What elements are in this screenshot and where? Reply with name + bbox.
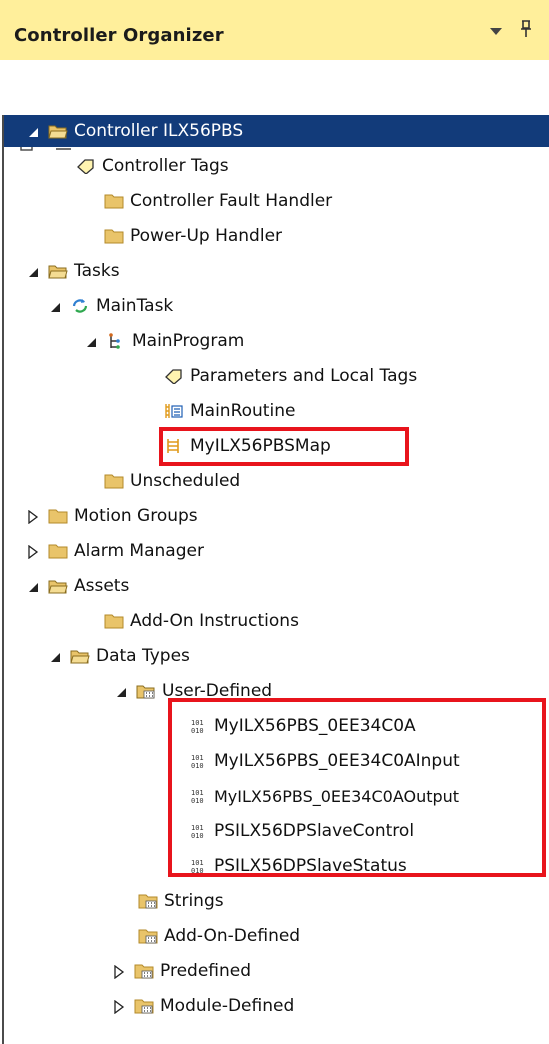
tree-item-label: MainTask (96, 296, 174, 316)
tree-item-add-on-instructions[interactable]: Add-On Instructions (104, 605, 299, 637)
panel-header: Controller Organizer (0, 0, 549, 60)
tree-item-motion-groups[interactable]: Motion Groups (26, 500, 198, 532)
tree-item-label: Assets (74, 576, 130, 596)
tree-item-label: Parameters and Local Tags (190, 366, 418, 386)
tree-item-assets[interactable]: Assets (26, 570, 129, 602)
tree-item-label: Unscheduled (130, 471, 241, 491)
datatype-folder-icon (138, 893, 158, 909)
program-icon (106, 333, 126, 349)
datatype-folder-icon (134, 963, 154, 979)
expanded-arrow-icon[interactable] (84, 334, 98, 348)
tree-item-label: Power-Up Handler (130, 226, 283, 246)
highlight-box-map-routine (159, 427, 409, 466)
tree-item-label: Tasks (74, 261, 120, 281)
tree-item-strings[interactable]: Strings (138, 885, 224, 917)
tree-item-unscheduled[interactable]: Unscheduled (104, 465, 240, 497)
datatype-folder-icon (134, 998, 154, 1014)
tree-item-main-routine[interactable]: MainRoutine (164, 395, 295, 427)
tree-item-label: Data Types (96, 646, 190, 666)
expanded-arrow-icon[interactable] (114, 684, 128, 698)
tree-item-label: Predefined (160, 961, 252, 981)
folder-open-icon (48, 123, 68, 139)
tree-item-label: Alarm Manager (74, 541, 204, 561)
collapsed-arrow-icon[interactable] (26, 544, 40, 560)
folder-open-icon (70, 648, 90, 664)
tag-icon (76, 158, 96, 175)
tree-item-alarm-manager[interactable]: Alarm Manager (26, 535, 204, 567)
chevron-down-icon[interactable] (490, 28, 502, 35)
expanded-arrow-icon[interactable] (48, 649, 62, 663)
tree-item-module-defined[interactable]: Module-Defined (112, 990, 294, 1022)
tree-item-controller[interactable]: Controller ILX56PBS (4, 115, 549, 147)
tag-icon (164, 368, 184, 385)
tree-item-label: Add-On-Defined (164, 926, 301, 946)
highlight-box-user-defined-types (168, 698, 546, 877)
tree-item-tasks[interactable]: Tasks (26, 255, 120, 287)
ladder-routine-icon (164, 403, 184, 419)
tree-item-add-on-defined[interactable]: Add-On-Defined (138, 920, 300, 952)
expanded-arrow-icon[interactable] (26, 124, 40, 138)
datatype-folder-icon (138, 928, 158, 944)
panel-title: Controller Organizer (14, 25, 224, 46)
datatype-folder-open-icon (136, 683, 156, 699)
tree-item-data-types[interactable]: Data Types (48, 640, 190, 672)
tree-item-label: MainProgram (132, 331, 245, 351)
tree-item-controller-tags[interactable]: Controller Tags (76, 150, 229, 182)
expanded-arrow-icon[interactable] (48, 299, 62, 313)
toolbar (0, 60, 549, 151)
tree-item-label: Strings (164, 891, 224, 911)
folder-icon (48, 543, 68, 559)
folder-icon (104, 473, 124, 489)
folder-icon (48, 508, 68, 524)
collapsed-arrow-icon[interactable] (26, 509, 40, 525)
tree-item-main-task[interactable]: MainTask (48, 290, 173, 322)
folder-icon (104, 613, 124, 629)
tree-item-power-up-handler[interactable]: Power-Up Handler (104, 220, 282, 252)
tree-item-parameters-local-tags[interactable]: Parameters and Local Tags (164, 360, 417, 392)
folder-open-icon (48, 263, 68, 279)
controller-tree: Controller ILX56PBS Controller Tags Cont… (2, 115, 549, 1044)
tree-item-label: Add-On Instructions (130, 611, 299, 631)
folder-icon (104, 193, 124, 209)
tree-item-predefined[interactable]: Predefined (112, 955, 251, 987)
collapsed-arrow-icon[interactable] (112, 964, 126, 980)
tree-item-label: MainRoutine (190, 401, 296, 421)
collapsed-arrow-icon[interactable] (112, 999, 126, 1015)
expanded-arrow-icon[interactable] (26, 264, 40, 278)
task-cycle-icon (70, 298, 90, 314)
tree-item-label: Controller Tags (102, 156, 229, 176)
tree-item-label: Controller ILX56PBS (74, 121, 244, 141)
tree-item-label: Module-Defined (160, 996, 295, 1016)
tree-item-controller-fault-handler[interactable]: Controller Fault Handler (104, 185, 332, 217)
pin-icon[interactable] (519, 20, 533, 42)
folder-open-icon (48, 578, 68, 594)
expanded-arrow-icon[interactable] (26, 579, 40, 593)
tree-item-main-program[interactable]: MainProgram (84, 325, 244, 357)
tree-item-label: Motion Groups (74, 506, 198, 526)
folder-icon (104, 228, 124, 244)
tree-item-label: Controller Fault Handler (130, 191, 333, 211)
